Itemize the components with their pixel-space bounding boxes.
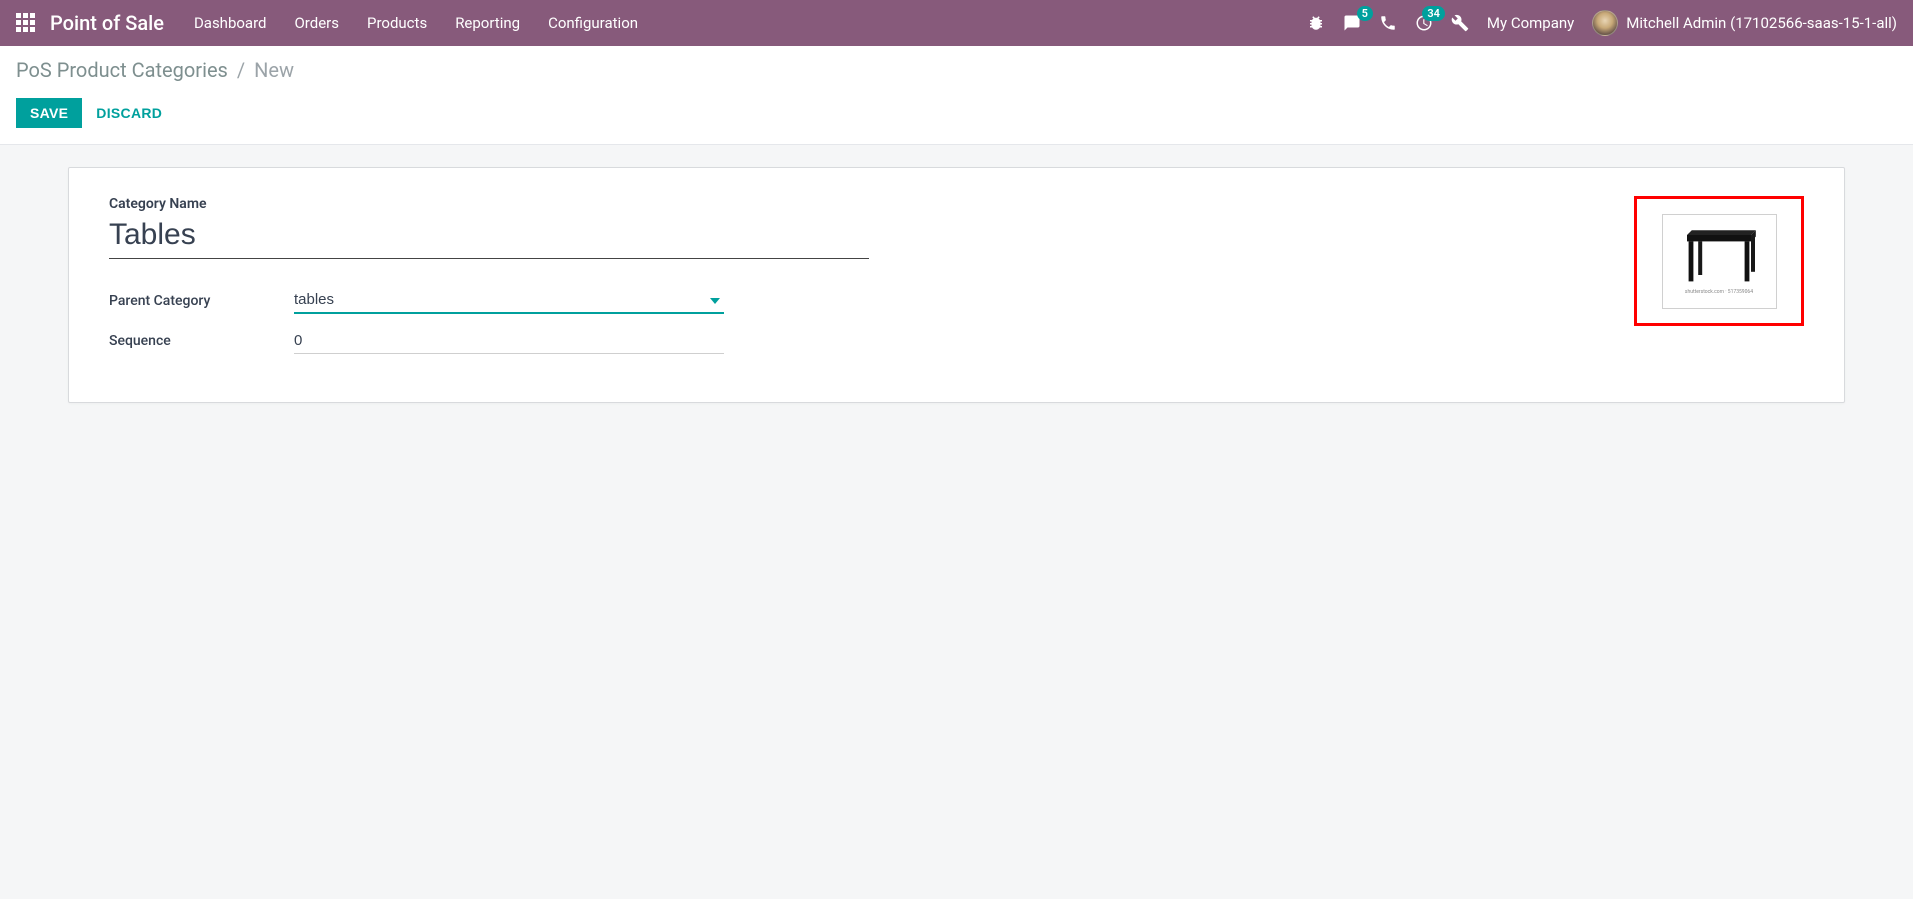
image-caption: shutterstock.com · 517359064 — [1685, 289, 1753, 295]
activity-badge: 34 — [1422, 6, 1445, 21]
main-content: Category Name Parent Category Sequence — [0, 145, 1913, 425]
label-sequence: Sequence — [109, 333, 294, 349]
breadcrumb-root[interactable]: PoS Product Categories — [16, 58, 228, 82]
nav-products[interactable]: Products — [367, 14, 427, 32]
nav-orders[interactable]: Orders — [294, 14, 339, 32]
chat-icon[interactable]: 5 — [1343, 14, 1361, 32]
top-navbar: Point of Sale Dashboard Orders Products … — [0, 0, 1913, 46]
user-menu[interactable]: Mitchell Admin (17102566-saas-15-1-all) — [1592, 10, 1897, 36]
breadcrumb-current: New — [254, 58, 294, 82]
label-category-name: Category Name — [109, 196, 869, 212]
nav-reporting[interactable]: Reporting — [455, 14, 520, 32]
nav-dashboard[interactable]: Dashboard — [194, 14, 267, 32]
phone-icon[interactable] — [1379, 14, 1397, 32]
table-icon — [1679, 227, 1759, 287]
category-image-upload[interactable]: shutterstock.com · 517359064 — [1662, 214, 1777, 309]
action-buttons: SAVE DISCARD — [0, 88, 1913, 145]
activity-icon[interactable]: 34 — [1415, 14, 1433, 32]
save-button[interactable]: SAVE — [16, 98, 82, 128]
parent-category-input[interactable] — [294, 287, 724, 314]
chat-badge: 5 — [1357, 6, 1373, 21]
form-sheet: Category Name Parent Category Sequence — [68, 167, 1845, 403]
company-switcher[interactable]: My Company — [1487, 14, 1574, 32]
apps-icon[interactable] — [16, 13, 36, 33]
user-avatar-icon — [1592, 10, 1618, 36]
app-brand[interactable]: Point of Sale — [50, 11, 164, 35]
breadcrumb-separator: / — [237, 58, 245, 82]
discard-button[interactable]: DISCARD — [96, 105, 162, 121]
tools-icon[interactable] — [1451, 14, 1469, 32]
label-parent-category: Parent Category — [109, 293, 294, 309]
bug-icon[interactable] — [1307, 14, 1325, 32]
sequence-input[interactable] — [294, 328, 724, 354]
parent-category-field[interactable] — [294, 287, 724, 314]
user-name: Mitchell Admin (17102566-saas-15-1-all) — [1626, 14, 1897, 32]
nav-configuration[interactable]: Configuration — [548, 14, 638, 32]
nav-right-group: 5 34 My Company Mitchell Admin (17102566… — [1307, 10, 1897, 36]
category-image-highlight: shutterstock.com · 517359064 — [1634, 196, 1804, 326]
category-name-input[interactable] — [109, 216, 869, 259]
breadcrumb: PoS Product Categories / New — [0, 46, 1913, 88]
nav-menus: Dashboard Orders Products Reporting Conf… — [194, 14, 638, 32]
